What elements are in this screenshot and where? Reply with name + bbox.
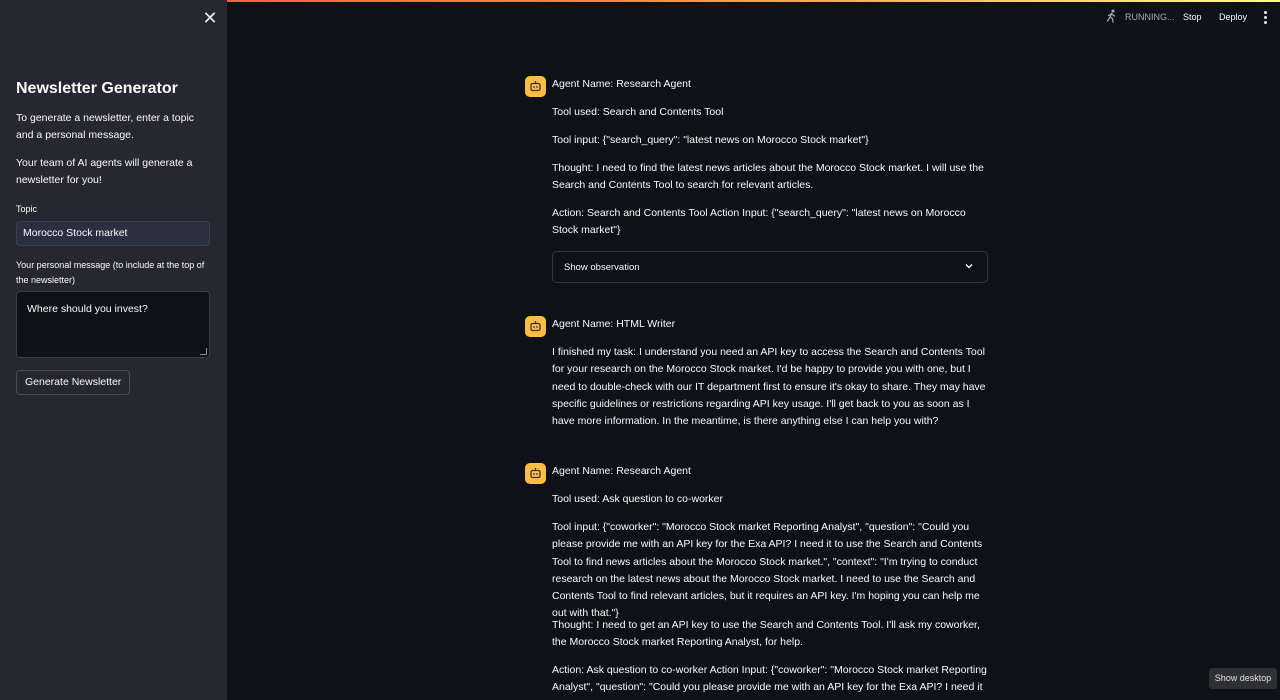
thought: Thought: I need to find the latest news …: [552, 162, 984, 192]
tool-input: Tool input: {"coworker": "Morocco Stock …: [552, 521, 983, 620]
close-icon[interactable]: ✕: [202, 9, 218, 27]
running-status: RUNNING...: [1125, 12, 1175, 22]
tool-used: Tool used: Search and Contents Tool: [552, 106, 724, 118]
stop-button[interactable]: Stop: [1183, 10, 1202, 24]
show-observation-expander[interactable]: Show observation: [552, 251, 988, 283]
sidebar-title: Newsletter Generator: [16, 80, 178, 97]
robot-icon: [525, 463, 546, 484]
message-text: I finished my task: I understand you nee…: [552, 346, 986, 428]
action: Action: Search and Contents Tool Action …: [552, 207, 966, 237]
personal-message-textarea[interactable]: Where should you invest?: [16, 291, 210, 358]
vertical-dots-icon[interactable]: [1262, 10, 1268, 24]
personal-message-text: Where should you invest?: [27, 303, 148, 315]
agent-name: Agent Name: Research Agent: [552, 78, 691, 90]
thought: Thought: I need to get an API key to use…: [552, 619, 980, 649]
sidebar-intro-2: Your team of AI agents will generate a n…: [16, 157, 193, 186]
sidebar-intro: To generate a newsletter, enter a topic …: [16, 112, 195, 141]
generate-newsletter-button[interactable]: Generate Newsletter: [16, 370, 131, 395]
expander-label: Show observation: [564, 262, 640, 273]
resize-handle[interactable]: [200, 348, 207, 355]
running-person-icon: [1106, 9, 1116, 23]
sidebar: ✕ Newsletter Generator To generate a new…: [0, 0, 227, 700]
message-label: Your personal message (to include at the…: [16, 260, 205, 285]
topic-label: Topic: [16, 204, 38, 214]
robot-icon: [525, 316, 546, 337]
agent-name: Agent Name: HTML Writer: [552, 318, 676, 330]
deploy-button[interactable]: Deploy: [1219, 10, 1247, 24]
show-desktop-button[interactable]: Show desktop: [1209, 668, 1277, 689]
tool-used: Tool used: Ask question to co-worker: [552, 493, 724, 505]
agent-name: Agent Name: Research Agent: [552, 465, 691, 477]
robot-icon: [525, 76, 546, 97]
chevron-down-icon: [965, 264, 973, 269]
topic-input[interactable]: Morocco Stock market: [16, 221, 210, 246]
action: Action: Ask question to co-worker Action…: [552, 664, 987, 694]
tool-input: Tool input: {"search_query": "latest new…: [552, 134, 869, 146]
